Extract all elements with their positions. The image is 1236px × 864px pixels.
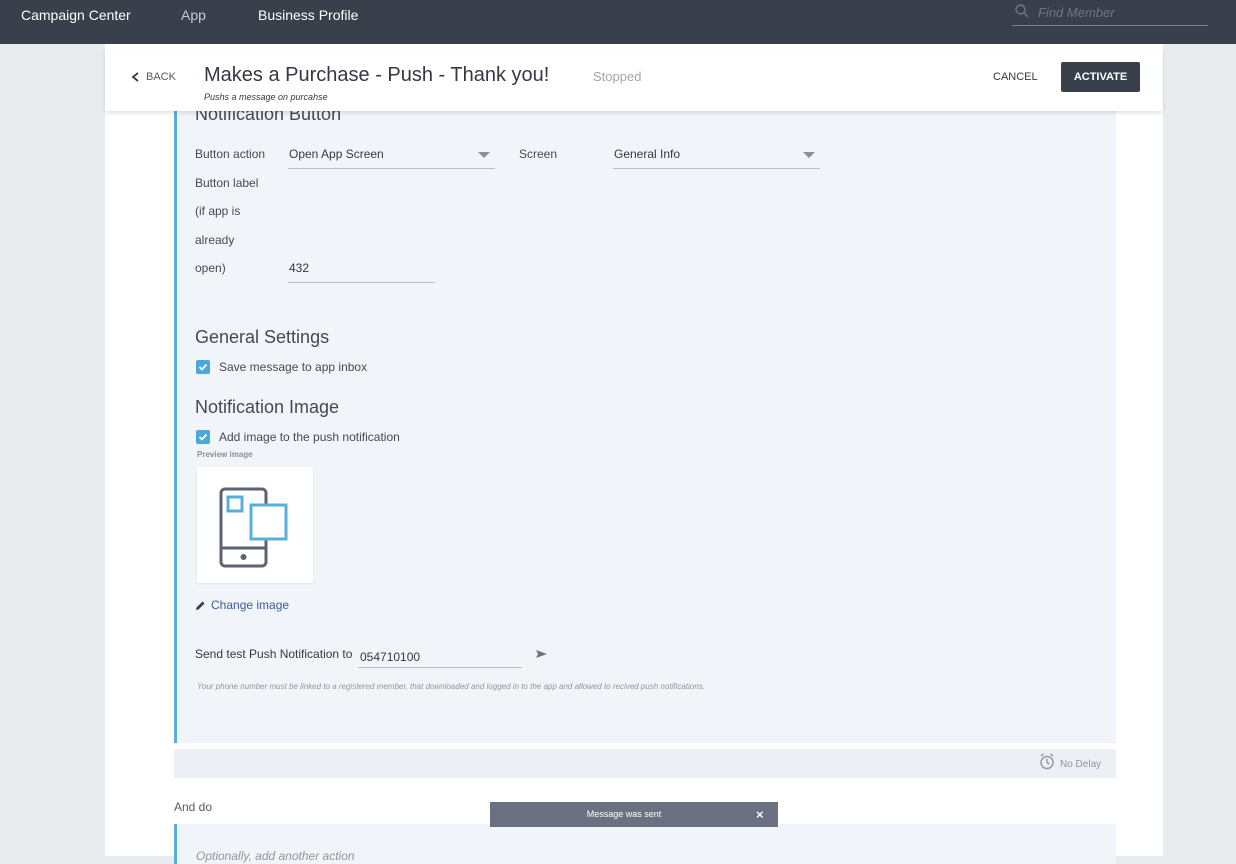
delay-bar: No Delay [174,749,1116,778]
chevron-left-icon [131,72,139,82]
push-action-section: Notification Button Button action Open A… [174,100,1116,743]
test-phone-input[interactable] [358,646,522,668]
campaign-header: BACK Makes a Purchase - Push - Thank you… [105,49,1163,111]
change-image-label: Change image [211,598,290,612]
and-do-label: And do [174,800,213,814]
button-label-input[interactable]: 432 [288,255,438,283]
screen-select[interactable]: General Info [613,141,823,169]
field-underline [288,282,435,283]
preview-image-label: Preview image [197,450,253,459]
back-button[interactable]: BACK [131,71,176,83]
button-label-line-2: (if app is [195,204,241,218]
checkmark-icon [198,433,208,441]
field-underline [613,168,820,169]
top-navigation: Campaign Center App Business Profile [0,0,1236,44]
button-label-line-3: already [195,233,235,247]
button-action-select[interactable]: Open App Screen [288,141,498,169]
field-underline [288,168,495,169]
toast-message: Message was sent [586,809,662,819]
button-label-line-1: Button label [195,176,259,190]
search-input[interactable] [1036,2,1206,22]
next-action-section: Optionally, add another action [174,824,1116,864]
chevron-down-icon [478,152,490,158]
add-image-checkbox[interactable] [196,430,210,444]
optional-action-label[interactable]: Optionally, add another action [196,849,355,863]
activate-button[interactable]: ACTIVATE [1061,62,1140,92]
nav-business-profile[interactable]: Business Profile [258,7,358,23]
member-search [1012,2,1208,26]
button-label-line-4: open) [195,261,226,275]
search-icon [1015,4,1029,18]
delay-label[interactable]: No Delay [1060,759,1101,770]
general-settings-heading: General Settings [195,327,330,347]
button-action-value: Open App Screen [289,147,384,161]
send-arrow-icon[interactable] [536,649,548,659]
page-title: Makes a Purchase - Push - Thank you! [204,64,550,86]
nav-campaign-center[interactable]: Campaign Center [21,7,131,23]
alarm-clock-icon[interactable] [1039,753,1055,770]
test-push-label: Send test Push Notification to [195,647,353,661]
status-badge: Stopped [593,69,642,84]
button-action-label: Button action [195,147,266,161]
test-push-note: Your phone number must be linked to a re… [197,682,705,691]
screen-value: General Info [614,147,681,161]
cancel-button[interactable]: CANCEL [993,71,1038,83]
chevron-down-icon [803,152,815,158]
save-inbox-checkbox[interactable] [196,360,210,374]
screen-label: Screen [519,147,558,161]
toast-notification: Message was sent × [490,802,778,827]
button-label-value: 432 [289,261,310,275]
back-label: BACK [146,71,176,83]
notification-image-heading: Notification Image [195,397,340,417]
image-preview [197,467,313,583]
nav-app[interactable]: App [181,7,206,23]
save-inbox-label: Save message to app inbox [219,360,368,374]
pencil-icon [196,601,205,610]
mobile-device-icon [219,487,288,568]
page-subtitle: Pushs a message on purcahse [204,92,328,102]
checkmark-icon [198,363,208,371]
add-image-label: Add image to the push notification [219,430,400,444]
change-image-link[interactable]: Change image [195,598,289,612]
close-icon[interactable]: × [756,807,764,822]
